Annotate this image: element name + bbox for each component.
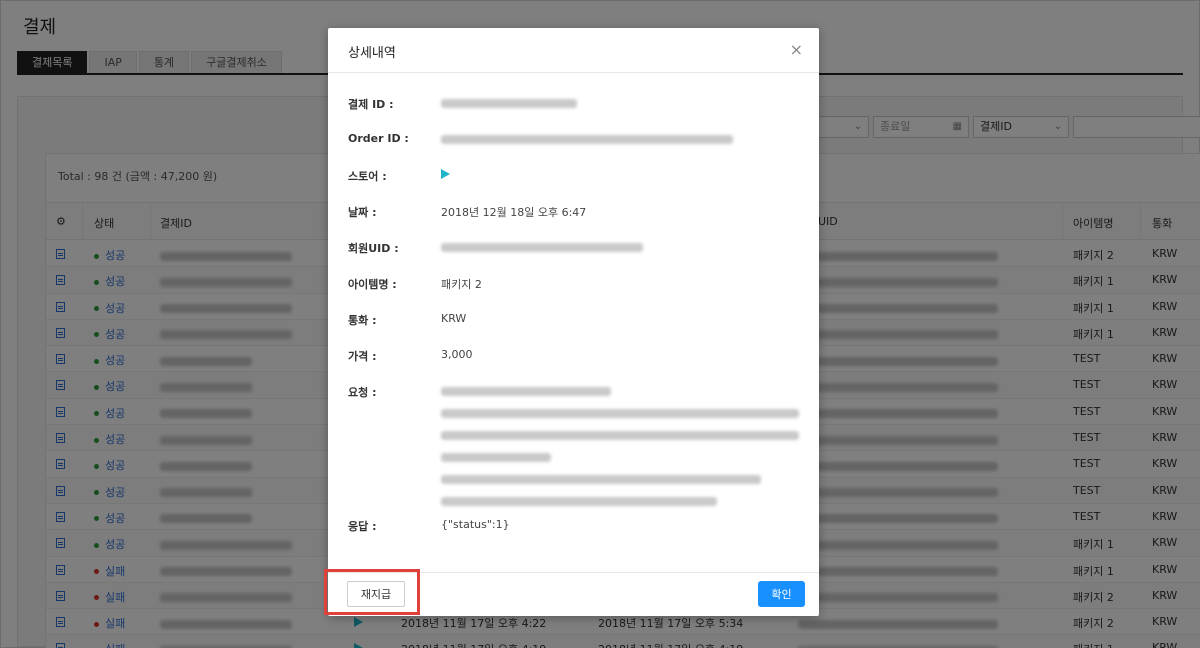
request-value bbox=[441, 384, 803, 507]
currency-label: 통화 : bbox=[348, 314, 377, 327]
order-id-label: Order ID : bbox=[348, 132, 409, 145]
response-label: 응답 : bbox=[348, 520, 377, 533]
confirm-button[interactable]: 확인 bbox=[758, 581, 805, 607]
order-id-value bbox=[441, 132, 733, 145]
item-name-label: 아이템명 : bbox=[348, 278, 397, 291]
modal-body: 결제 ID : Order ID : 스토어 : 날짜 : 2018년 12월 … bbox=[328, 74, 819, 572]
member-uid-value bbox=[441, 240, 643, 253]
request-label: 요청 : bbox=[348, 386, 377, 399]
response-value: {"status":1} bbox=[441, 518, 510, 531]
modal-footer: 재지급 확인 bbox=[328, 572, 819, 616]
date-value: 2018년 12월 18일 오후 6:47 bbox=[441, 206, 587, 219]
date-label: 날짜 : bbox=[348, 206, 377, 219]
store-label: 스토어 : bbox=[348, 170, 387, 183]
currency-value: KRW bbox=[441, 312, 467, 325]
payment-id-value bbox=[441, 96, 577, 109]
modal-title: 상세내역 bbox=[348, 46, 396, 61]
google-play-icon bbox=[441, 169, 450, 179]
payment-id-label: 결제 ID : bbox=[348, 98, 394, 111]
price-label: 가격 : bbox=[348, 350, 377, 363]
close-icon[interactable]: × bbox=[790, 40, 803, 60]
reissue-button[interactable]: 재지급 bbox=[347, 581, 405, 607]
member-uid-label: 회원UID : bbox=[348, 242, 399, 255]
store-value bbox=[441, 168, 450, 181]
field-request: 요청 : bbox=[348, 384, 808, 506]
item-name-value: 패키지 2 bbox=[441, 278, 482, 291]
price-value: 3,000 bbox=[441, 348, 473, 361]
modal-header: 상세내역 × bbox=[328, 28, 819, 73]
detail-modal: 상세내역 × 결제 ID : Order ID : 스토어 : 날짜 : 201… bbox=[328, 28, 819, 616]
